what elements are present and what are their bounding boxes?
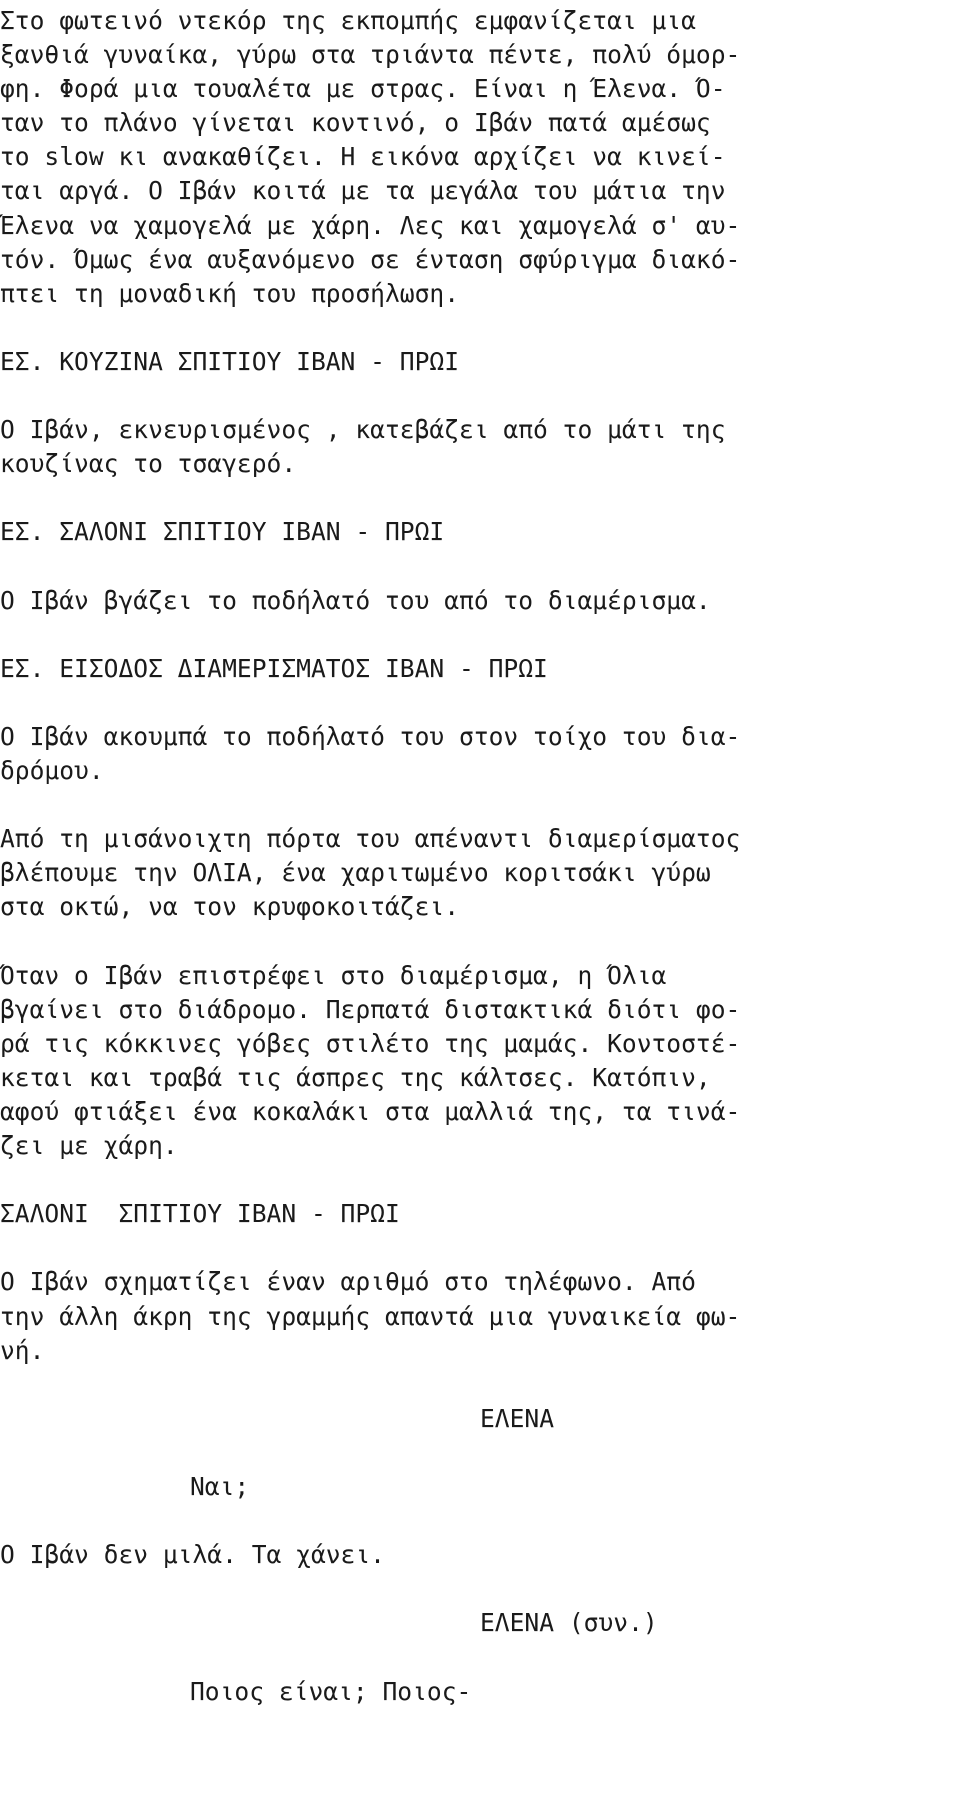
screenplay-slug-block: ΕΣ. ΣΑΛΟΝΙ ΣΠΙΤΙΟΥ ΙΒΑΝ - ΠΡΩΙ [0, 515, 960, 549]
screenplay-line: Από τη μισάνοιχτη πόρτα του απέναντι δια… [0, 824, 741, 854]
screenplay-action-block: Όταν ο Ιβάν επιστρέφει στο διαμέρισμα, η… [0, 959, 960, 1164]
screenplay-line: Ο Ιβάν, εκνευρισμένος , κατεβάζει από το… [0, 415, 726, 445]
screenplay-line: ΕΣ. ΚΟΥΖΙΝΑ ΣΠΙΤΙΟΥ ΙΒΑΝ - ΠΡΩΙ [0, 346, 460, 376]
screenplay-dialogue-block: Ναι; [0, 1470, 960, 1504]
screenplay-line: ξανθιά γυναίκα, γύρω στα τριάντα πέντε, … [0, 40, 741, 70]
screenplay-line: Όταν ο Ιβάν επιστρέφει στο διαμέρισμα, η… [0, 960, 667, 990]
screenplay-action-block: Ο Ιβάν δεν μιλά. Τα χάνει. [0, 1538, 960, 1572]
screenplay-line: Ο Ιβάν σχηματίζει έναν αριθμό στο τηλέφω… [0, 1267, 696, 1297]
screenplay-action-block: Ο Ιβάν σχηματίζει έναν αριθμό στο τηλέφω… [0, 1265, 960, 1367]
screenplay-line: Ναι; [190, 1472, 250, 1502]
screenplay-line: φη. Φορά μια τουαλέτα με στρας. Είναι η … [0, 74, 726, 104]
screenplay-line: ται αργά. Ο Ιβάν κοιτά με τα μεγάλα του … [0, 176, 726, 206]
screenplay-line: κεται και τραβά τις άσπρες της κάλτσες. … [0, 1062, 711, 1092]
screenplay-line: νή. [0, 1335, 45, 1365]
screenplay-line: τόν. Όμως ένα αυξανόμενο σε ένταση σφύρι… [0, 244, 741, 274]
screenplay-page: Στο φωτεινό ντεκόρ της εκπομπής εμφανίζε… [0, 0, 960, 1801]
screenplay-line: στα οκτώ, να τον κρυφοκοιτάζει. [0, 892, 460, 922]
screenplay-line: ΕΛΕΝΑ [480, 1403, 555, 1433]
screenplay-line: δρόμου. [0, 756, 104, 786]
screenplay-line: κουζίνας το τσαγερό. [0, 449, 297, 479]
screenplay-dialogue-block: Ποιος είναι; Ποιος- [0, 1675, 960, 1709]
screenplay-line: ΕΣ. ΕΙΣΟΔΟΣ ΔΙΑΜΕΡΙΣΜΑΤΟΣ ΙΒΑΝ - ΠΡΩΙ [0, 653, 548, 683]
screenplay-action-block: Ο Ιβάν, εκνευρισμένος , κατεβάζει από το… [0, 413, 960, 481]
screenplay-slug-block: ΕΣ. ΚΟΥΖΙΝΑ ΣΠΙΤΙΟΥ ΙΒΑΝ - ΠΡΩΙ [0, 345, 960, 379]
screenplay-action-block: Στο φωτεινό ντεκόρ της εκπομπής εμφανίζε… [0, 4, 960, 311]
screenplay-slug-block: ΣΑΛΟΝΙ ΣΠΙΤΙΟΥ ΙΒΑΝ - ΠΡΩΙ [0, 1197, 960, 1231]
screenplay-line: ΕΣ. ΣΑΛΟΝΙ ΣΠΙΤΙΟΥ ΙΒΑΝ - ΠΡΩΙ [0, 517, 445, 547]
screenplay-line: πτει τη μοναδική του προσήλωση. [0, 278, 460, 308]
screenplay-line: την άλλη άκρη της γραμμής απαντά μια γυν… [0, 1301, 741, 1331]
screenplay-line: ΣΑΛΟΝΙ ΣΠΙΤΙΟΥ ΙΒΑΝ - ΠΡΩΙ [0, 1199, 400, 1229]
screenplay-line: αφού φτιάξει ένα κοκαλάκι στα μαλλιά της… [0, 1097, 741, 1126]
screenplay-action-block: Από τη μισάνοιχτη πόρτα του απέναντι δια… [0, 822, 960, 924]
screenplay-body: Στο φωτεινό ντεκόρ της εκπομπής εμφανίζε… [0, 4, 960, 1709]
screenplay-character-block: ΕΛΕΝΑ (συν.) [0, 1606, 960, 1640]
screenplay-line: Ο Ιβάν δεν μιλά. Τα χάνει. [0, 1540, 385, 1570]
screenplay-line: ρά τις κόκκινες γόβες στιλέτο της μαμάς.… [0, 1028, 741, 1058]
screenplay-action-block: Ο Ιβάν βγάζει το ποδήλατό του από το δια… [0, 584, 960, 618]
screenplay-slug-block: ΕΣ. ΕΙΣΟΔΟΣ ΔΙΑΜΕΡΙΣΜΑΤΟΣ ΙΒΑΝ - ΠΡΩΙ [0, 652, 960, 686]
screenplay-line: ζει με χάρη. [0, 1131, 178, 1161]
screenplay-line: ΕΛΕΝΑ (συν.) [480, 1608, 658, 1638]
screenplay-line: το slow κι ανακαθίζει. Η εικόνα αρχίζει … [0, 142, 726, 172]
screenplay-line: Ο Ιβάν βγάζει το ποδήλατό του από το δια… [0, 585, 711, 615]
screenplay-line: βγαίνει στο διάδρομο. Περπατά διστακτικά… [0, 994, 741, 1024]
screenplay-character-block: ΕΛΕΝΑ [0, 1402, 960, 1436]
screenplay-action-block: Ο Ιβάν ακουμπά το ποδήλατό του στον τοίχ… [0, 720, 960, 788]
screenplay-line: Έλενα να χαμογελά με χάρη. Λες και χαμογ… [0, 210, 741, 240]
screenplay-line: Στο φωτεινό ντεκόρ της εκπομπής εμφανίζε… [0, 6, 696, 35]
screenplay-line: βλέπουμε την ΟΛΙΑ, ένα χαριτωμένο κοριτσ… [0, 858, 711, 888]
screenplay-line: ταν το πλάνο γίνεται κοντινό, ο Ιβάν πατ… [0, 108, 711, 138]
screenplay-line: Ο Ιβάν ακουμπά το ποδήλατό του στον τοίχ… [0, 721, 741, 751]
screenplay-line: Ποιος είναι; Ποιος- [190, 1676, 472, 1706]
